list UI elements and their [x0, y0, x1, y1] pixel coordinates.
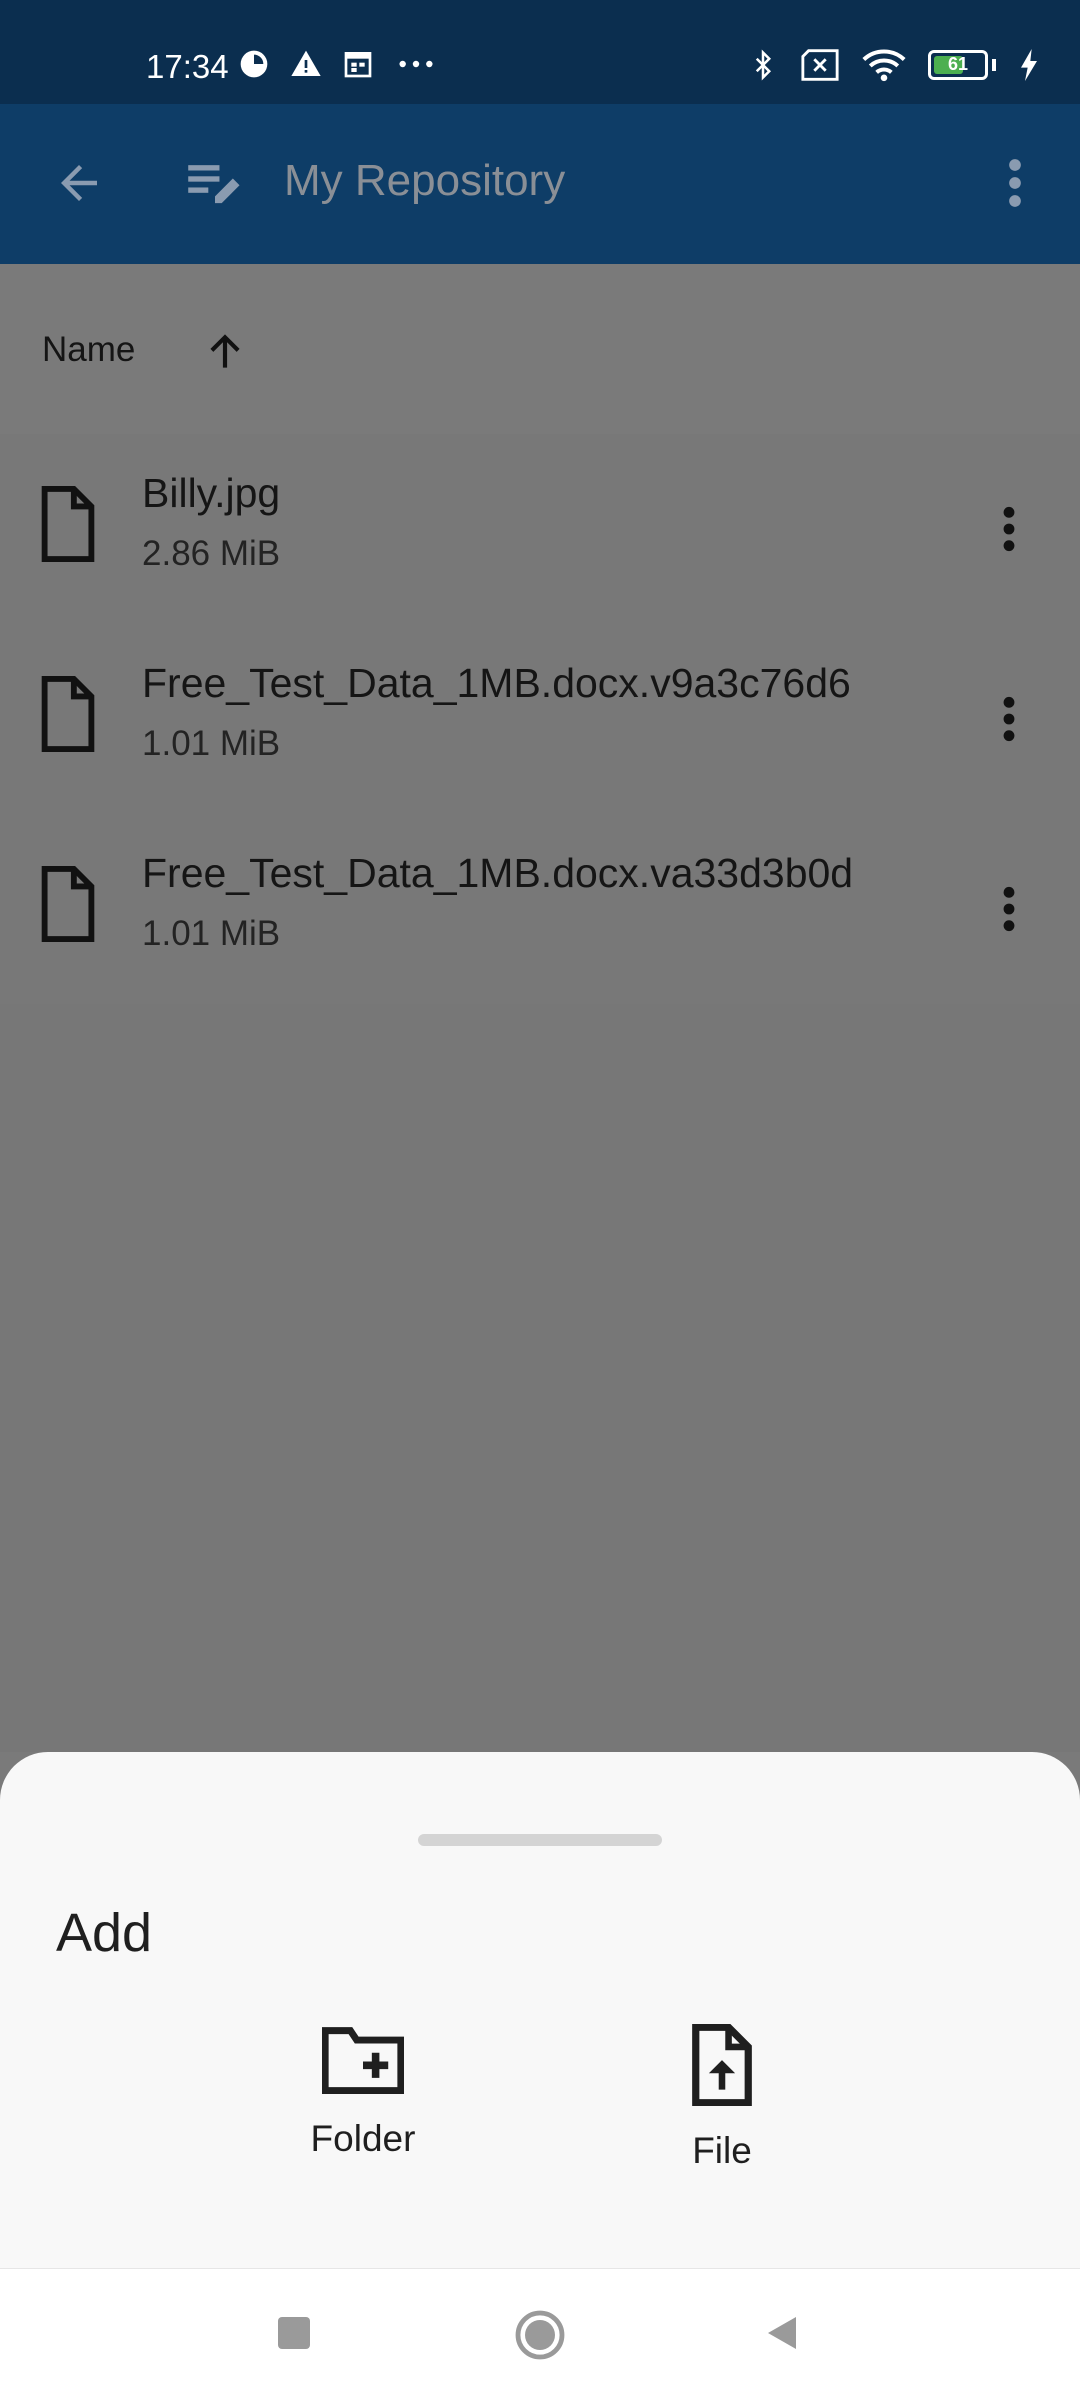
- list-item[interactable]: Free_Test_Data_1MB.docx.va33d3b0d 1.01 M…: [0, 814, 1080, 1004]
- status-right-icons: 61: [748, 46, 1040, 84]
- wifi-icon: [862, 49, 906, 82]
- sort-label[interactable]: Name: [42, 330, 135, 370]
- warning-icon: [291, 50, 321, 76]
- more-vert-icon[interactable]: [992, 504, 1026, 554]
- edit-list-icon[interactable]: [186, 156, 244, 210]
- more-vert-icon[interactable]: [992, 884, 1026, 934]
- create-folder-icon: [322, 2027, 404, 2094]
- file-name: Free_Test_Data_1MB.docx.v9a3c76d6: [142, 660, 851, 706]
- add-bottom-sheet: Add Folder File: [0, 1752, 1080, 2268]
- page-title: My Repository: [284, 156, 566, 205]
- battery-level-text: 61: [947, 54, 969, 74]
- file-size: 1.01 MiB: [142, 914, 281, 953]
- upload-file-icon: [692, 2024, 752, 2106]
- data-saver-icon: [240, 50, 268, 78]
- app-bar: My Repository: [0, 104, 1080, 264]
- file-size: 2.86 MiB: [142, 534, 281, 573]
- sheet-title: Add: [56, 1903, 153, 1963]
- status-bar: 17:34 61: [0, 0, 1080, 104]
- file-browser: Name Billy.jpg 2.86 MiB Free_Test_Data_1…: [0, 264, 1080, 1752]
- battery-icon: 61: [928, 50, 988, 80]
- file-icon: [41, 866, 95, 942]
- file-list: Billy.jpg 2.86 MiB Free_Test_Data_1MB.do…: [0, 434, 1080, 1004]
- add-file-label: File: [692, 2130, 752, 2171]
- file-icon: [41, 486, 95, 562]
- file-name: Free_Test_Data_1MB.docx.va33d3b0d: [142, 850, 854, 896]
- more-vert-icon[interactable]: [992, 694, 1026, 744]
- system-nav-bar: [0, 2268, 1080, 2401]
- add-folder-label: Folder: [310, 2118, 416, 2159]
- file-size: 1.01 MiB: [142, 724, 281, 763]
- arrow-up-icon[interactable]: [200, 326, 250, 376]
- charging-icon: [1021, 49, 1037, 81]
- status-left-icons: [238, 48, 438, 80]
- more-notifications-icon: [399, 60, 433, 68]
- back-arrow-icon[interactable]: [52, 156, 106, 210]
- file-icon: [41, 676, 95, 752]
- add-folder-button[interactable]: Folder: [263, 2024, 463, 2160]
- drag-handle[interactable]: [418, 1834, 662, 1846]
- recents-square-icon[interactable]: [274, 2313, 314, 2353]
- calendar-icon: [344, 51, 372, 78]
- file-name: Billy.jpg: [142, 470, 281, 516]
- list-item[interactable]: Free_Test_Data_1MB.docx.v9a3c76d6 1.01 M…: [0, 624, 1080, 814]
- add-file-button[interactable]: File: [622, 2024, 822, 2172]
- more-vert-icon[interactable]: [1000, 156, 1030, 210]
- home-circle-icon[interactable]: [514, 2309, 566, 2361]
- list-item[interactable]: Billy.jpg 2.86 MiB: [0, 434, 1080, 624]
- bluetooth-icon: [755, 49, 772, 81]
- sort-header[interactable]: Name: [0, 264, 1080, 434]
- status-time: 17:34: [146, 48, 229, 85]
- battery-nub: [992, 59, 996, 71]
- no-sim-icon: [801, 49, 839, 81]
- back-triangle-icon[interactable]: [762, 2313, 802, 2353]
